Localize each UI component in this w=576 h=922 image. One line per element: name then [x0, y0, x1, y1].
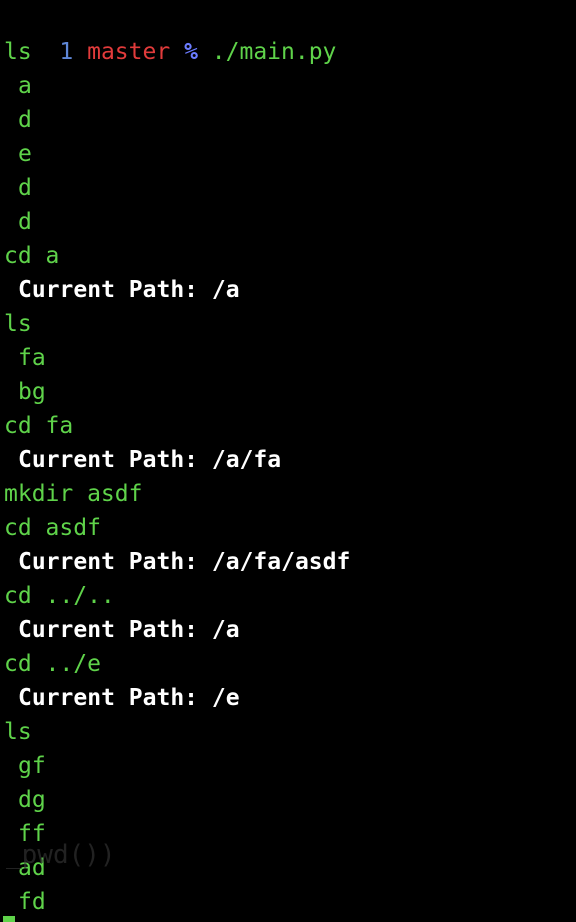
listing-line: d	[0, 103, 576, 137]
listing-line: a	[0, 69, 576, 103]
command-text: ls	[4, 39, 32, 65]
command-line: cd ../e	[0, 647, 576, 681]
listing-line: gf	[0, 749, 576, 783]
command-line: ls	[0, 715, 576, 749]
listing-entry: fa	[18, 345, 46, 371]
path-line: Current Path: /a	[0, 273, 576, 307]
prompt-symbol: %	[184, 39, 198, 65]
listing-line: e	[0, 137, 576, 171]
listing-entry: a	[18, 73, 32, 99]
path-line: Current Path: /a/fa	[0, 443, 576, 477]
command-text: cd asdf	[4, 515, 101, 541]
command-text: mkdir asdf	[4, 481, 143, 507]
listing-entry: dg	[18, 787, 46, 813]
listing-line: bg	[0, 375, 576, 409]
current-path-text: Current Path: /a/fa	[18, 447, 282, 473]
current-path-text: Current Path: /a	[18, 617, 240, 643]
command-line: mkdir asdf	[0, 477, 576, 511]
path-line: Current Path: /e	[0, 681, 576, 715]
listing-entry: gf	[18, 753, 46, 779]
command-text: cd fa	[4, 413, 74, 439]
listing-line: dg	[0, 783, 576, 817]
command-text: ls	[4, 311, 32, 337]
listing-entry: bg	[18, 379, 46, 405]
prompt-line: 1 master % ./main.py	[0, 1, 576, 65]
listing-line: d	[0, 171, 576, 205]
terminal-cursor	[3, 916, 15, 922]
current-path-text: Current Path: /a	[18, 277, 240, 303]
listing-entry: d	[18, 175, 32, 201]
command-text: cd a	[4, 243, 60, 269]
path-line: Current Path: /a/fa/asdf	[0, 545, 576, 579]
current-path-text: Current Path: /e	[18, 685, 240, 711]
listing-line: fa	[0, 341, 576, 375]
git-branch: master	[87, 39, 171, 65]
listing-line: fd	[0, 885, 576, 919]
listing-entry: e	[18, 141, 32, 167]
path-line: Current Path: /a	[0, 613, 576, 647]
command-text: ls	[4, 719, 32, 745]
command-line: cd ../..	[0, 579, 576, 613]
command-line: cd fa	[0, 409, 576, 443]
command-line: cd a	[0, 239, 576, 273]
listing-entry: d	[18, 209, 32, 235]
command-text: cd ../e	[4, 651, 101, 677]
prompt-command: ./main.py	[211, 39, 337, 65]
ghost-text: _pwd())	[6, 840, 116, 870]
listing-entry: d	[18, 107, 32, 133]
terminal-output: ls a d e d d cd a Current Path: /a ls fa bg cd fa Cu…	[0, 35, 576, 919]
command-text: cd ../..	[4, 583, 115, 609]
listing-line: d	[0, 205, 576, 239]
listing-entry: fd	[18, 889, 46, 915]
command-line: ls	[0, 307, 576, 341]
command-line: cd asdf	[0, 511, 576, 545]
line-number: 1	[59, 39, 74, 65]
terminal-window[interactable]: 1 master % ./main.py ls a d e d d cd a Current …	[0, 0, 576, 922]
current-path-text: Current Path: /a/fa/asdf	[18, 549, 351, 575]
